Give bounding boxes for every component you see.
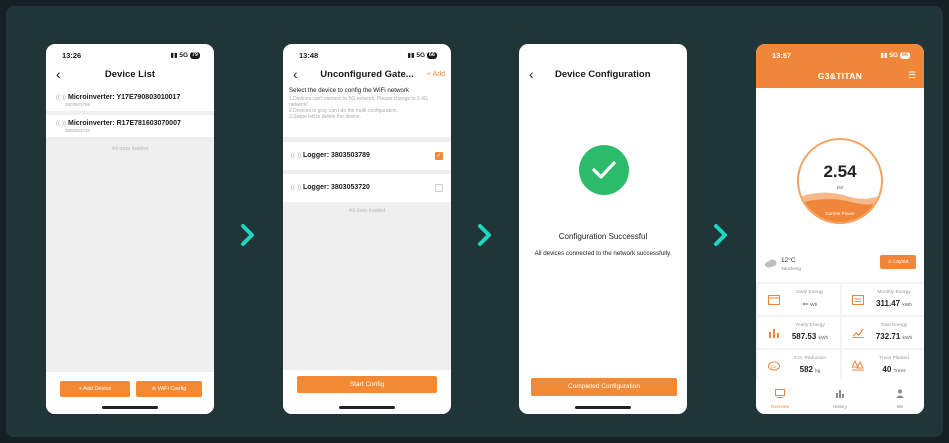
tab-overview[interactable]: Overview xyxy=(760,385,800,409)
device-serial: 3803053720 xyxy=(65,128,91,133)
instructions: Select the device to config the WiFi net… xyxy=(283,87,451,120)
gateway-row[interactable]: ((·)) Logger: 3803503789 ✓ xyxy=(283,142,451,170)
device-name: Microinverter: Y17E790803010017 xyxy=(68,94,181,101)
stat-trees-planted: Trees Planted 40 Trees xyxy=(842,350,924,381)
power-wave xyxy=(799,192,881,222)
phone-unconfigured-gateway: 13:48 ▮▮ 5G 66 ‹ Unconfigured Gate... + … xyxy=(283,44,451,414)
phone-device-list: 13:26 ▮▮ 5G 79 ‹ Device List ((·)) Microi… xyxy=(46,44,214,414)
overview-icon xyxy=(775,389,785,398)
gateway-checkbox-checked[interactable]: ✓ xyxy=(435,152,443,160)
success-message: All devices connected to the network suc… xyxy=(534,250,672,257)
chevron-right-icon xyxy=(241,224,254,246)
calendar-month-icon xyxy=(852,295,864,305)
all-loaded-text: All data loaded xyxy=(348,208,386,214)
energy-stats: Daily Energy -- Wh Monthly Energy 311.47… xyxy=(756,282,924,381)
history-icon xyxy=(836,390,844,398)
success-check-icon xyxy=(579,145,629,195)
device-row[interactable]: ((·)) Microinverter: R17E781603070007 380… xyxy=(46,115,214,137)
gateway-checkbox[interactable] xyxy=(435,184,443,192)
cloud-icon xyxy=(765,259,777,268)
status-signal: ▮▮ 5G 79 xyxy=(170,51,200,59)
chevron-right-icon xyxy=(478,224,491,246)
status-signal: ▮▮ 5G 66 xyxy=(407,51,437,59)
status-time: 13:26 xyxy=(62,51,82,60)
instructions-heading: Select the device to config the WiFi net… xyxy=(289,87,410,94)
layout-button[interactable]: ⚠ Layout xyxy=(880,255,916,269)
stage: 13:26 ▮▮ 5G 79 ‹ Device List ((·)) Microi… xyxy=(6,6,943,437)
success-title: Configuration Successful xyxy=(558,232,648,241)
power-gauge: 2.54 kW Current Power xyxy=(797,138,883,224)
nav-bar: ‹ Unconfigured Gate... + Add xyxy=(283,64,451,86)
start-config-button[interactable]: Start Config xyxy=(297,376,437,393)
line-chart-icon xyxy=(852,328,864,338)
calendar-icon xyxy=(768,295,780,305)
wifi-icon: ((·)) xyxy=(56,121,66,127)
device-row[interactable]: ((·)) Microinverter: Y17E790803010017 380… xyxy=(46,89,214,111)
current-power-label: Current Power xyxy=(825,211,855,216)
menu-icon[interactable]: ☰ xyxy=(908,70,916,81)
add-device-button[interactable]: + Add Device xyxy=(60,381,130,397)
footer-actions: Start Config xyxy=(283,370,451,414)
svg-text:co: co xyxy=(771,365,776,370)
battery-icon: 66 xyxy=(426,51,437,59)
stat-total-energy: Total Energy 732.71 kWh xyxy=(842,317,924,348)
footer-actions: + Add Device ≋ WiFi Config xyxy=(46,372,214,414)
current-power-value: 2.54 xyxy=(823,162,857,181)
status-time: 13:48 xyxy=(299,51,319,60)
all-loaded-text: All data loaded xyxy=(111,146,149,152)
stat-monthly-energy: Monthly Energy 311.47 kWh xyxy=(842,284,924,315)
stat-co2-reduction: co CO₂ Reduction 582 kg xyxy=(758,350,840,381)
user-icon xyxy=(896,389,904,398)
instructions-notes: 1.Devices can't connect to 5G network. P… xyxy=(289,96,428,120)
status-time: 13:57 xyxy=(772,51,792,60)
wifi-icon: ((·)) xyxy=(56,95,66,101)
phone-device-configuration: ‹ Device Configuration Configuration Suc… xyxy=(519,44,687,414)
device-list: ((·)) Microinverter: Y17E790803010017 380… xyxy=(46,89,214,414)
device-name: Microinverter: R17E781603070007 xyxy=(68,120,181,127)
status-bar: 13:48 ▮▮ 5G 66 xyxy=(283,44,451,64)
page-title: Unconfigured Gate... xyxy=(320,69,414,80)
back-chevron-icon[interactable]: ‹ xyxy=(529,65,534,83)
nav-bar: ‹ Device List xyxy=(46,64,214,86)
add-button[interactable]: + Add xyxy=(427,71,445,78)
status-bar xyxy=(519,44,687,64)
city: Yancheng xyxy=(781,266,801,271)
gateway-name: Logger: 3803503789 xyxy=(303,152,370,159)
bar-chart-icon xyxy=(769,329,779,338)
battery-icon: 79 xyxy=(189,51,200,59)
home-indicator xyxy=(339,406,395,409)
plant-name: G3&TITAN xyxy=(817,71,863,81)
stat-daily-energy: Daily Energy -- Wh xyxy=(758,284,840,315)
device-serial: 3803503789 xyxy=(65,102,91,107)
tree-icon xyxy=(852,360,864,371)
status-signal: ▮▮ 5G 66 xyxy=(880,51,910,59)
status-bar: 13:26 ▮▮ 5G 79 xyxy=(46,44,214,64)
status-bar: 13:57 ▮▮ 5G 66 xyxy=(756,44,924,64)
stat-yearly-energy: Yearly Energy 587.53 kWh xyxy=(758,317,840,348)
tab-history[interactable]: History xyxy=(820,385,860,409)
wifi-icon: ((·)) xyxy=(291,153,301,159)
battery-icon: 66 xyxy=(899,51,910,59)
page-title: Device List xyxy=(104,69,156,80)
wifi-config-button[interactable]: ≋ WiFi Config xyxy=(136,381,202,397)
tab-bar: Overview History Me xyxy=(756,382,924,414)
nav-bar: ‹ Device Configuration xyxy=(519,64,687,86)
wifi-icon: ((·)) xyxy=(291,185,301,191)
chevron-right-icon xyxy=(714,224,727,246)
temperature: 12°C xyxy=(781,257,796,264)
phone-overview: 13:57 ▮▮ 5G 66 G3&TITAN ☰ 2.54 kW Curren… xyxy=(756,44,924,414)
tab-me[interactable]: Me xyxy=(880,385,920,409)
gateway-row[interactable]: ((·)) Logger: 3803053720 xyxy=(283,174,451,202)
home-indicator xyxy=(575,406,631,409)
home-indicator xyxy=(102,406,158,409)
page-title: Device Configuration xyxy=(555,69,651,80)
completed-configuration-button[interactable]: Completed Configuration xyxy=(531,378,677,396)
co2-icon: co xyxy=(768,361,780,371)
header: 13:57 ▮▮ 5G 66 G3&TITAN ☰ xyxy=(756,44,924,88)
gateway-name: Logger: 3803053720 xyxy=(303,184,370,191)
